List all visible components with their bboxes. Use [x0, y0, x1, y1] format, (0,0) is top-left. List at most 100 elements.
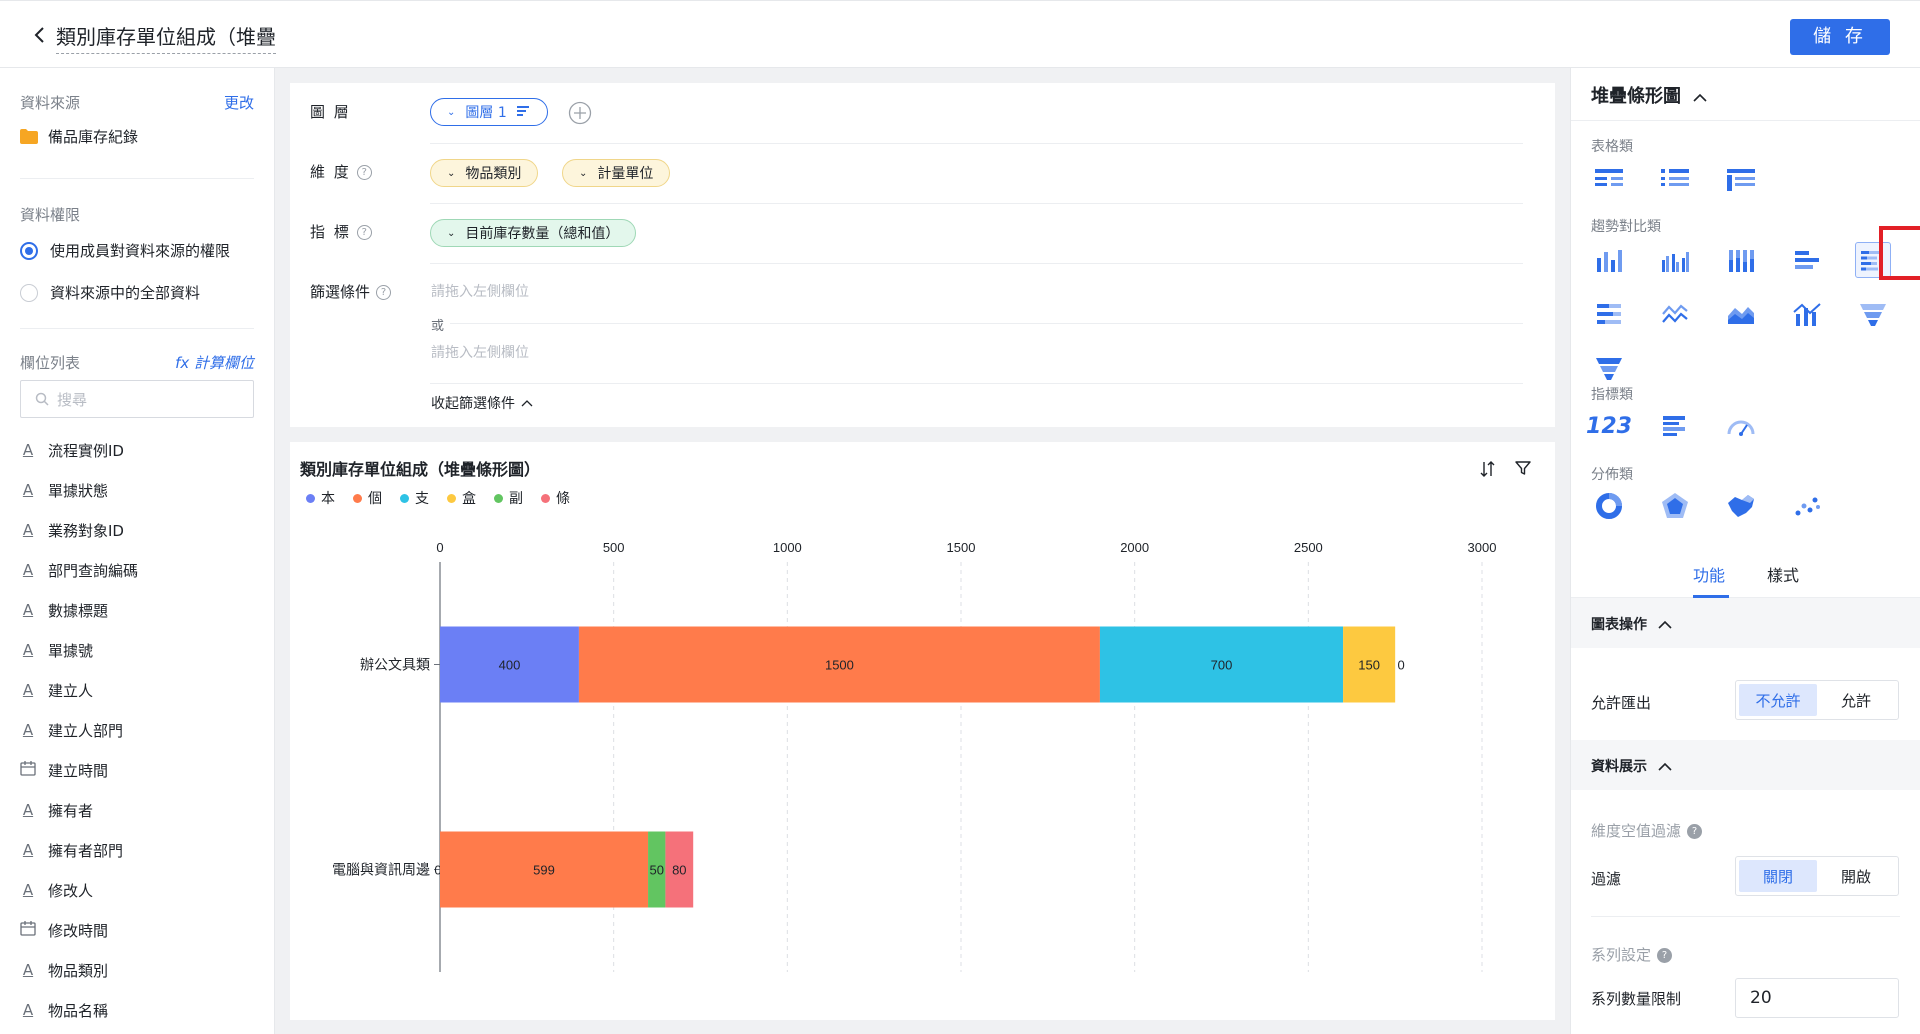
add-layer-icon[interactable]: [568, 101, 592, 125]
chart-type-combo[interactable]: [1789, 296, 1825, 332]
radio-checked-icon: [20, 241, 38, 260]
filter-drop-zone-1[interactable]: 請拖入左側欄位: [431, 281, 529, 301]
chart-type-title: 堆疊條形圖: [1591, 86, 1681, 107]
field-label: 部門查詢編碼: [48, 561, 139, 580]
selection-highlight-box: [1879, 226, 1920, 280]
field-item[interactable]: 修改時間: [20, 910, 260, 950]
field-item[interactable]: A 單據狀態: [20, 470, 260, 510]
chart-type-stacked-column[interactable]: [1723, 242, 1759, 278]
data-display-group[interactable]: 資料展示: [1591, 756, 1672, 776]
chart-type-header[interactable]: 堆疊條形圖: [1591, 82, 1707, 108]
chart-type-pivot-table[interactable]: [1723, 162, 1759, 198]
chart-type-ranking[interactable]: [1657, 408, 1693, 444]
chart-type-percent-bar[interactable]: [1591, 296, 1627, 332]
tab-function[interactable]: 功能: [1693, 562, 1725, 586]
layer-pill[interactable]: ⌄ 圖層 1: [430, 98, 548, 126]
field-item[interactable]: A 單據號: [20, 630, 260, 670]
chart-type-column[interactable]: [1591, 242, 1627, 278]
chart-type-map[interactable]: [1723, 488, 1759, 524]
field-label: 物品名稱: [48, 1001, 109, 1020]
field-item[interactable]: A 物品類別: [20, 950, 260, 990]
field-search-input[interactable]: 搜尋: [20, 380, 254, 418]
data-source-panel: 資料來源 更改 備品庫存紀錄 資料權限 使用成員對資料來源的權限 資料來源中的全…: [0, 68, 275, 1034]
list-table-icon: [1661, 169, 1689, 186]
gauge-icon: [1727, 420, 1755, 436]
chart-type-line[interactable]: [1657, 296, 1693, 332]
back-arrow-icon[interactable]: [30, 23, 50, 47]
chevron-up-icon: [521, 400, 533, 407]
legend-item[interactable]: 條: [541, 488, 570, 508]
change-source-link[interactable]: 更改: [224, 92, 254, 113]
legend-item[interactable]: 本: [306, 488, 335, 508]
field-item[interactable]: A 部門查詢編碼: [20, 550, 260, 590]
help-icon[interactable]: ?: [1687, 824, 1703, 839]
search-placeholder: 搜尋: [57, 390, 88, 409]
chart-type-gauge[interactable]: [1723, 408, 1759, 444]
series-limit-input[interactable]: 20: [1735, 978, 1899, 1018]
field-item[interactable]: A 建立人: [20, 670, 260, 710]
field-label: 數據標題: [48, 601, 109, 620]
series-limit-label: 系列數量限制: [1591, 990, 1682, 1008]
collapse-filter-button[interactable]: 收起篩選條件: [431, 393, 533, 413]
chart-type-area[interactable]: [1723, 296, 1759, 332]
tab-style[interactable]: 樣式: [1767, 562, 1799, 586]
chart-type-table[interactable]: [1591, 162, 1627, 198]
legend-item[interactable]: 個: [353, 488, 382, 508]
dimension-pill-category[interactable]: ⌄ 物品類別: [430, 159, 539, 187]
sort-icon[interactable]: [1480, 460, 1496, 478]
radio-member-permission[interactable]: 使用成員對資料來源的權限: [20, 240, 230, 261]
help-icon[interactable]: ?: [356, 165, 372, 180]
data-source-item[interactable]: 備品庫存紀錄: [20, 126, 138, 147]
chart-type-scatter[interactable]: [1789, 488, 1825, 524]
calc-field-link[interactable]: fx 計算欄位: [175, 352, 254, 373]
pivot-table-icon: [1727, 169, 1755, 191]
field-item[interactable]: A 物品名稱: [20, 990, 260, 1030]
export-option-allow[interactable]: 允許: [1817, 684, 1895, 716]
filter-option-off[interactable]: 關閉: [1739, 860, 1817, 892]
help-icon[interactable]: ?: [1657, 948, 1673, 963]
chart-type-grouped-column[interactable]: [1657, 242, 1693, 278]
chart-type-pie[interactable]: [1591, 488, 1627, 524]
filter-icon[interactable]: [1515, 460, 1531, 476]
field-item[interactable]: A 擁有者部門: [20, 830, 260, 870]
export-option-disallow[interactable]: 不允許: [1739, 684, 1817, 716]
field-item[interactable]: A 數據標題: [20, 590, 260, 630]
filter-option-on[interactable]: 開啟: [1817, 860, 1895, 892]
chart-type-kpi[interactable]: 123: [1586, 408, 1632, 444]
text-field-icon: A: [22, 801, 34, 819]
dimension-pill-unit[interactable]: ⌄ 計量單位: [562, 159, 671, 187]
field-item[interactable]: A 流程實例ID: [20, 430, 260, 470]
chart-type-radar[interactable]: [1657, 488, 1693, 524]
chart-type-detail-table[interactable]: [1657, 162, 1693, 198]
field-item[interactable]: 建立時間: [20, 750, 260, 790]
field-label: 擁有者部門: [48, 841, 124, 860]
data-label: 1500: [825, 658, 854, 673]
help-icon[interactable]: ?: [376, 285, 392, 300]
area-chart-icon: [1728, 307, 1754, 324]
map-chart-icon: [1728, 495, 1754, 517]
field-item[interactable]: A 業務對象ID: [20, 510, 260, 550]
save-button[interactable]: 儲 存: [1790, 19, 1890, 55]
chart-type-inverted-funnel[interactable]: [1591, 350, 1627, 386]
percent-bar-icon: [1597, 304, 1621, 324]
legend-item[interactable]: 副: [494, 488, 523, 508]
metric-pill[interactable]: ⌄ 目前庫存數量（總和值）: [430, 219, 637, 247]
chart-type-funnel[interactable]: [1855, 296, 1891, 332]
field-item[interactable]: A 擁有者: [20, 790, 260, 830]
divider: [20, 178, 254, 179]
legend-item[interactable]: 盒: [447, 488, 476, 508]
data-display-label: 資料展示: [1591, 759, 1647, 775]
filter-drop-zone-2[interactable]: 請拖入左側欄位: [431, 342, 529, 362]
legend-item[interactable]: 支: [400, 488, 429, 508]
field-item[interactable]: A 修改人: [20, 870, 260, 910]
or-label: 或: [431, 319, 445, 334]
help-icon[interactable]: ?: [356, 225, 372, 240]
data-source-label: 資料來源: [20, 94, 81, 112]
chart-legend: 本個支盒副條: [306, 488, 570, 508]
stacked-column-icon: [1729, 250, 1754, 272]
radio-all-data[interactable]: 資料來源中的全部資料: [20, 282, 200, 303]
chart-ops-group[interactable]: 圖表操作: [1591, 614, 1672, 634]
chart-type-bar[interactable]: [1789, 242, 1825, 278]
field-item[interactable]: A 建立人部門: [20, 710, 260, 750]
page-title[interactable]: 類別庫存單位組成（堆疊: [56, 23, 276, 54]
